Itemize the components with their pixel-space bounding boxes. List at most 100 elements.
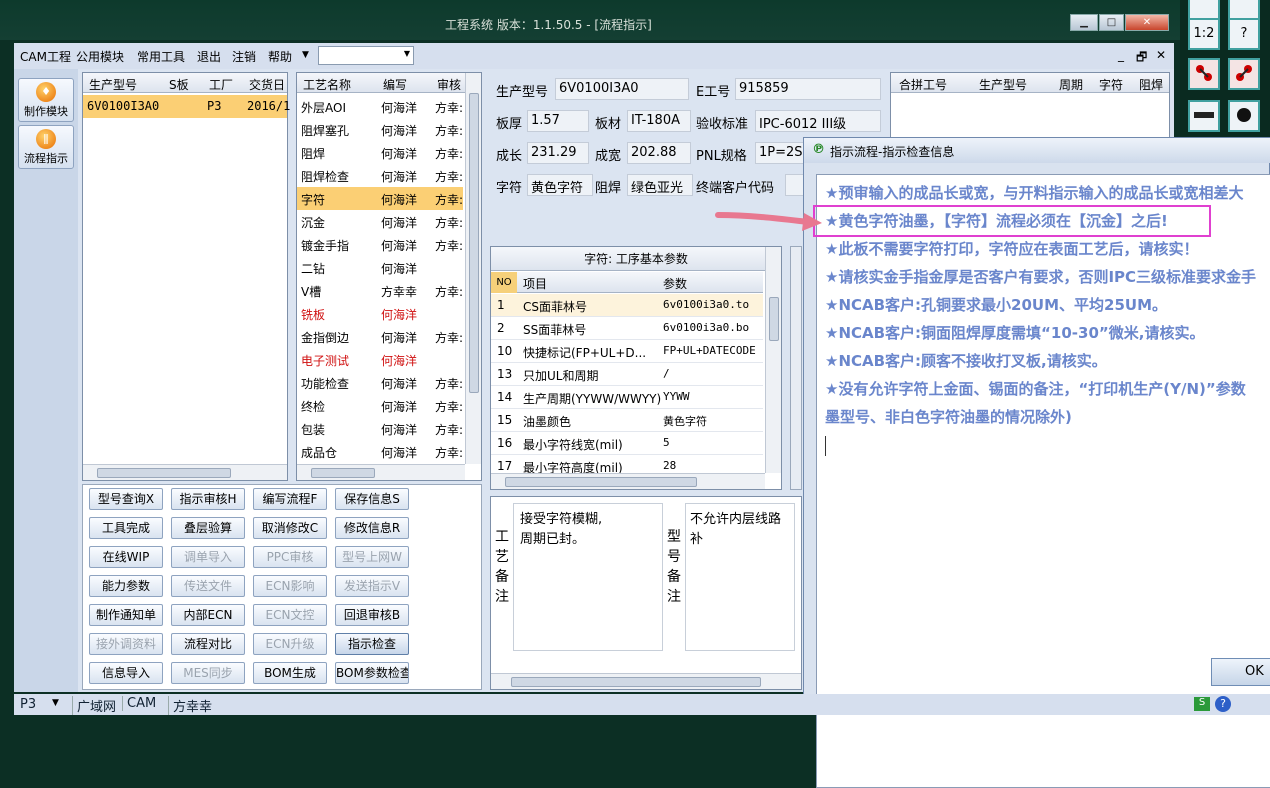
close-button[interactable]: ✕	[1125, 14, 1169, 31]
function-button[interactable]: 能力参数	[89, 575, 163, 597]
pad-icon[interactable]	[1228, 100, 1260, 132]
table-row[interactable]: 1 CS面菲林号 6v0100i3a0.to	[491, 294, 763, 317]
function-button[interactable]: 保存信息S	[335, 488, 409, 510]
menu-logout[interactable]: 注销	[232, 48, 256, 65]
mdi-minimize[interactable]: _	[1118, 48, 1124, 62]
mdi-restore[interactable]: 🗗	[1136, 48, 1147, 69]
col-factory[interactable]: 工厂	[209, 76, 233, 93]
table-row[interactable]: 13 只加UL和周期 /	[491, 363, 763, 386]
col-cycle[interactable]: 周期	[1059, 76, 1083, 93]
menu-exit[interactable]: 退出	[197, 48, 221, 65]
table-row[interactable]: 金指倒边 何海洋 方幸:	[297, 325, 463, 348]
function-button[interactable]: PPC审核	[253, 546, 327, 568]
splitter[interactable]	[790, 246, 802, 490]
tray-s-icon[interactable]: S	[1194, 697, 1210, 711]
function-button[interactable]: ECN影响	[253, 575, 327, 597]
horizontal-scrollbar[interactable]	[491, 473, 765, 489]
col-merge-no[interactable]: 合拼工号	[899, 76, 947, 93]
chevron-down-icon[interactable]: ▼	[52, 698, 59, 708]
maximize-button[interactable]: □	[1099, 14, 1124, 31]
col-s-board[interactable]: S板	[169, 76, 189, 93]
function-button[interactable]: BOM参数检查	[335, 662, 409, 684]
col-process-name[interactable]: 工艺名称	[303, 76, 351, 93]
function-button[interactable]: MES同步	[171, 662, 245, 684]
col-no[interactable]: NO	[491, 272, 517, 293]
function-button[interactable]: 回退审核B	[335, 604, 409, 626]
function-button[interactable]: 型号上网W	[335, 546, 409, 568]
field-material[interactable]: IT-180A	[627, 110, 691, 132]
col-delivery-date[interactable]: 交货日	[249, 76, 285, 93]
menu-common-module[interactable]: 公用模块	[76, 48, 124, 65]
ok-button[interactable]: OK	[1211, 658, 1270, 686]
function-button[interactable]: 制作通知单	[89, 604, 163, 626]
table-row[interactable]: 终检 何海洋 方幸:	[297, 394, 463, 417]
status-site[interactable]: P3	[20, 697, 36, 712]
table-row[interactable]: 外层AOI 何海洋 方幸:	[297, 95, 463, 118]
sidebar-item-process-indication[interactable]: ǁ 流程指示	[18, 125, 74, 169]
menu-tools[interactable]: 常用工具	[137, 48, 185, 65]
col-writer[interactable]: 编写	[383, 76, 407, 93]
circuit-icon[interactable]	[1188, 58, 1220, 90]
function-button[interactable]: BOM生成	[253, 662, 327, 684]
table-row[interactable]: 成品仓 何海洋 方幸:	[297, 440, 463, 463]
vertical-scrollbar[interactable]	[465, 73, 481, 464]
function-button[interactable]: 型号查询X	[89, 488, 163, 510]
table-row[interactable]: 字符 何海洋 方幸:	[297, 187, 463, 210]
function-button[interactable]: 指示审核H	[171, 488, 245, 510]
horizontal-scrollbar[interactable]	[83, 464, 287, 480]
col-item[interactable]: 项目	[523, 275, 547, 292]
table-row[interactable]: 15 油墨颜色 黄色字符	[491, 409, 763, 432]
table-row[interactable]: 功能检查 何海洋 方幸:	[297, 371, 463, 394]
function-button[interactable]: 流程对比	[171, 633, 245, 655]
function-button[interactable]: 在线WIP	[89, 546, 163, 568]
chevron-down-icon[interactable]: ▼	[302, 50, 309, 60]
field-character[interactable]: 黄色字符	[527, 174, 593, 196]
function-button[interactable]: 工具完成	[89, 517, 163, 539]
field-solder-mask[interactable]: 绿色亚光	[627, 174, 693, 196]
field-model[interactable]: 6V0100I3A0	[555, 78, 689, 100]
function-button[interactable]: ECN文控	[253, 604, 327, 626]
function-button[interactable]: 调单导入	[171, 546, 245, 568]
col-value[interactable]: 参数	[663, 275, 687, 292]
function-button[interactable]: 传送文件	[171, 575, 245, 597]
table-row[interactable]: 16 最小字符线宽(mil) 5	[491, 432, 763, 455]
sidebar-item-production-module[interactable]: ♦ 制作模块	[18, 78, 74, 122]
col-model[interactable]: 生产型号	[89, 76, 137, 93]
function-button[interactable]: 修改信息R	[335, 517, 409, 539]
function-button[interactable]: 内部ECN	[171, 604, 245, 626]
table-row[interactable]: 阻焊塞孔 何海洋 方幸:	[297, 118, 463, 141]
function-button[interactable]: 取消修改C	[253, 517, 327, 539]
help-button[interactable]: ?	[1228, 18, 1260, 50]
toolbar-combo[interactable]: ▼	[318, 46, 414, 65]
field-standard[interactable]: IPC-6012 III级	[755, 110, 881, 132]
ratio-button[interactable]: 1:2	[1188, 18, 1220, 50]
table-row[interactable]: 阻焊 何海洋 方幸:	[297, 141, 463, 164]
table-row[interactable]: 镀金手指 何海洋 方幸:	[297, 233, 463, 256]
function-button[interactable]: 叠层验算	[171, 517, 245, 539]
ruler-icon[interactable]	[1188, 100, 1220, 132]
function-button[interactable]: 编写流程F	[253, 488, 327, 510]
table-row[interactable]: 14 生产周期(YYWW/WWYY) YYWW	[491, 386, 763, 409]
table-row[interactable]: 阻焊检查 何海洋 方幸:	[297, 164, 463, 187]
field-thickness[interactable]: 1.57	[527, 110, 589, 132]
function-button[interactable]: 接外调资料	[89, 633, 163, 655]
horizontal-scrollbar[interactable]	[297, 464, 465, 480]
table-row[interactable]: 包装 何海洋 方幸:	[297, 417, 463, 440]
menu-help[interactable]: 帮助	[268, 48, 292, 65]
col-character[interactable]: 字符	[1099, 76, 1123, 93]
minimize-button[interactable]: ▁	[1070, 14, 1098, 31]
help-icon[interactable]: ?	[1215, 696, 1231, 712]
field-width[interactable]: 202.88	[627, 142, 691, 164]
col-solder-mask[interactable]: 阻焊	[1139, 76, 1163, 93]
table-row[interactable]: 6V0100I3A0 P3 2016/1	[83, 95, 290, 118]
circuit-icon[interactable]	[1228, 58, 1260, 90]
function-button[interactable]: 信息导入	[89, 662, 163, 684]
table-row[interactable]: 沉金 何海洋 方幸:	[297, 210, 463, 233]
mdi-close[interactable]: ✕	[1156, 48, 1166, 62]
field-eno[interactable]: 915859	[735, 78, 881, 100]
function-button[interactable]: 发送指示V	[335, 575, 409, 597]
table-row[interactable]: V槽 方幸幸 方幸:	[297, 279, 463, 302]
col-model[interactable]: 生产型号	[979, 76, 1027, 93]
table-row[interactable]: 电子测试 何海洋	[297, 348, 463, 371]
function-button[interactable]: 指示检查	[335, 633, 409, 655]
